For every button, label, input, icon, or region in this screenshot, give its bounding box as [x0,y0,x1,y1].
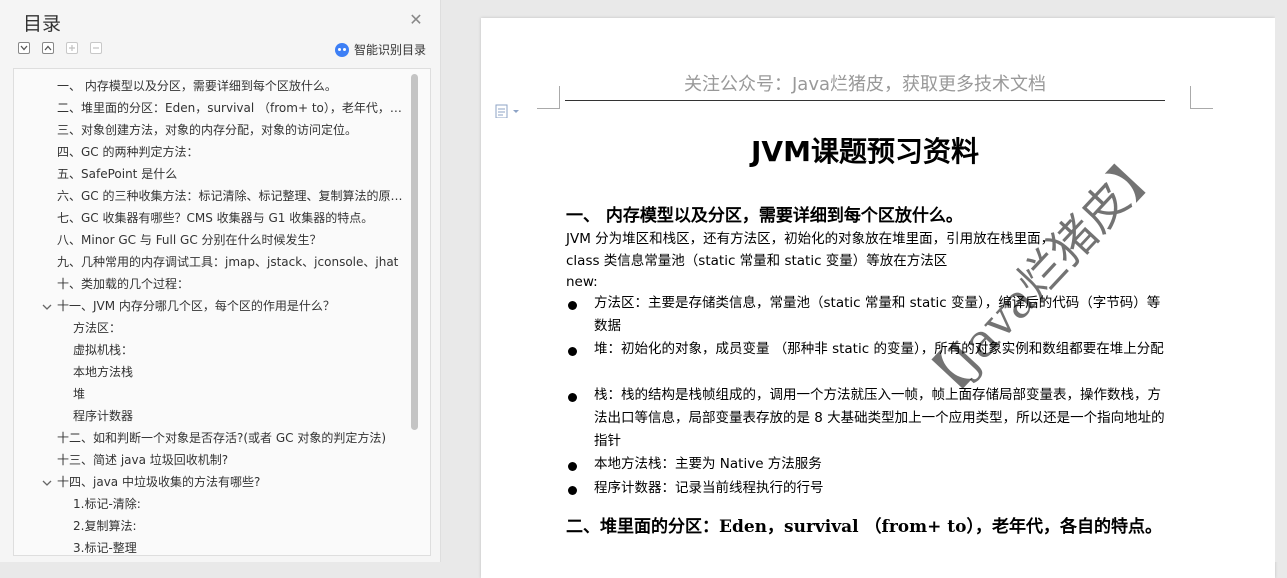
outline-item[interactable]: 十四、java 中垃圾收集的方法有哪些? [57,472,407,492]
outline-scrollbar[interactable] [411,74,418,430]
crop-mark [537,86,560,109]
outline-item[interactable]: 八、Minor GC 与 Full GC 分别在什么时候发生？ [57,230,407,250]
bullet-item: 程序计数器：记录当前线程执行的行号 [566,477,1166,500]
chevron-down-icon[interactable] [41,301,53,313]
outline-item[interactable]: 五、SafePoint 是什么 [57,164,407,184]
expand-up-icon[interactable] [42,42,54,54]
document-title: JVM课题预习资料 [751,135,979,168]
outline-item[interactable]: 一、 内存模型以及分区，需要详细到每个区放什么。 [57,76,407,96]
outline-item[interactable]: 十一、JVM 内存分哪几个区，每个区的作用是什么？ [57,296,407,316]
outline-subitem[interactable]: 方法区： [73,318,403,338]
outline-item[interactable]: 六、GC 的三种收集方法：标记清除、标记整理、复制算法的原理与特点 [57,186,407,206]
bullet-dot [568,347,577,356]
panel-title: 目录 [23,13,62,35]
outline-item[interactable]: 九、几种常用的内存调试工具：jmap、jstack、jconsole、jhat [57,252,407,272]
outline-item[interactable]: 十二、如和判断一个对象是否存活?(或者 GC 对象的判定方法) [57,428,407,448]
smart-outline-label: 智能识别目录 [354,43,427,57]
bullet-text: 程序计数器：记录当前线程执行的行号 [594,480,824,496]
crop-mark [1190,86,1213,109]
bullet-text: 栈：栈的结构是栈帧组成的，调用一个方法就压入一帧，帧上面存储局部变量表，操作数栈… [594,387,1165,449]
paragraph: class 类信息常量池（static 常量和 static 变量）等放在方法区 [566,253,948,269]
bullet-item: 栈：栈的结构是栈帧组成的，调用一个方法就压入一帧，帧上面存储局部变量表，操作数栈… [566,384,1166,453]
bullet-dot [568,486,577,495]
bullet-dot [568,393,577,402]
bullet-text: 堆：初始化的对象，成员变量 （那种非 static 的变量），所有的对象实例和数… [594,341,1164,357]
outline-subitem[interactable]: 1.标记-清除: [73,494,403,514]
document-page: 关注公众号：Java烂猪皮，获取更多技术文档 JVM课题预习资料 一、 内存模型… [481,18,1275,578]
outline-item[interactable]: 二、堆里面的分区：Eden，survival （from+ to），老年代，各自… [57,98,407,118]
section-heading: 一、 内存模型以及分区，需要详细到每个区放什么。 [566,206,963,226]
page-header-text: 关注公众号：Java烂猪皮，获取更多技术文档 [683,74,1047,95]
outline-subitem[interactable]: 程序计数器 [73,406,403,426]
window-edge [1275,0,1287,562]
outline-subitem[interactable]: 2.复制算法: [73,516,403,536]
remove-heading-icon[interactable] [90,42,102,54]
outline-subitem[interactable]: 本地方法栈 [73,362,403,382]
robot-icon [335,42,349,57]
chevron-down-icon[interactable] [41,477,53,489]
collapse-all-icon[interactable] [18,42,30,54]
outline-item[interactable]: 十三、简述 java 垃圾回收机制? [57,450,407,470]
paragraph: JVM 分为堆区和栈区，还有方法区，初始化的对象放在堆里面，引用放在栈里面， [566,231,1055,247]
outline-subitem[interactable]: 3.标记-整理 [73,538,403,555]
outline-list: 一、 内存模型以及分区，需要详细到每个区放什么。 二、堆里面的分区：Eden，s… [13,68,431,556]
bullet-text: 本地方法栈：主要为 Native 方法服务 [594,456,822,472]
bullet-text: 方法区：主要是存储类信息，常量池（static 常量和 static 变量），编… [594,295,1161,334]
header-divider [565,100,1165,101]
close-icon[interactable]: ✕ [408,12,424,28]
outline-panel: 目录 ✕ 智能识别目录 一、 内存模型以及分区，需要详细到每个区放什么。 二、堆… [0,0,441,562]
bullet-item: 方法区：主要是存储类信息，常量池（static 常量和 static 变量），编… [566,292,1166,338]
bullet-item: 本地方法栈：主要为 Native 方法服务 [566,453,1166,476]
outline-item[interactable]: 三、对象创建方法，对象的内存分配，对象的访问定位。 [57,120,407,140]
add-heading-icon[interactable] [66,42,78,54]
document-icon[interactable] [495,104,525,118]
outline-item[interactable]: 七、GC 收集器有哪些？CMS 收集器与 G1 收集器的特点。 [57,208,407,228]
bullet-dot [568,462,577,471]
smart-outline-button[interactable]: 智能识别目录 [335,41,426,58]
outline-item[interactable]: 四、GC 的两种判定方法： [57,142,407,162]
outline-item[interactable]: 十、类加载的几个过程： [57,274,407,294]
outline-subitem[interactable]: 堆 [73,384,403,404]
paragraph: new: [566,274,598,290]
bullet-item: 堆：初始化的对象，成员变量 （那种非 static 的变量），所有的对象实例和数… [566,338,1166,384]
outline-subitem[interactable]: 虚拟机栈： [73,340,403,360]
section-heading: 二、堆里面的分区：Eden，survival （from+ to），老年代，各自… [566,517,1162,537]
bullet-dot [568,301,577,310]
